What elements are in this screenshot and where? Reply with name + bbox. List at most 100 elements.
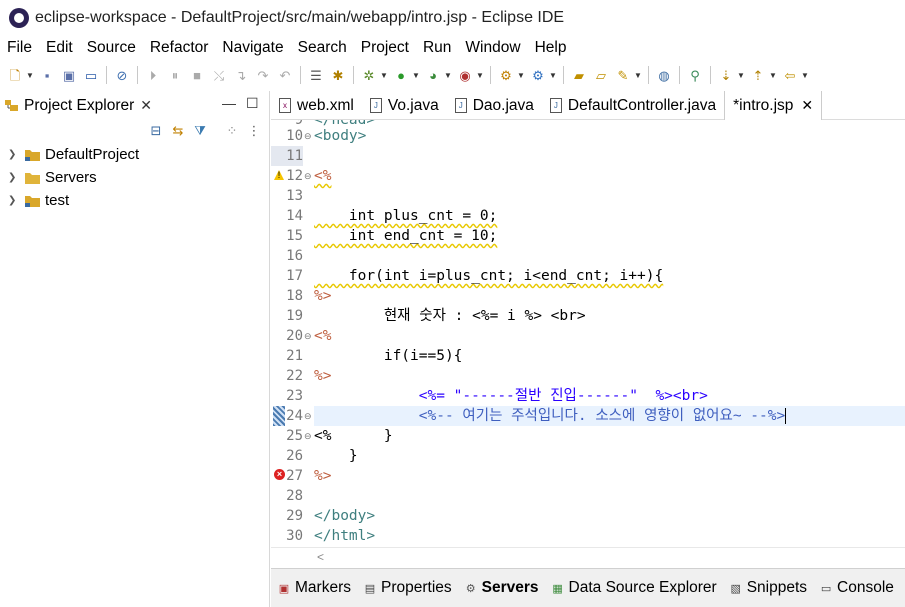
open-folder-icon[interactable]: ▱ [592, 66, 610, 84]
line-number: 24 [286, 408, 303, 424]
next-annotation-dropdown-arrow[interactable]: ▼ [737, 66, 745, 84]
terminal-icon[interactable]: ▭ [82, 66, 100, 84]
menu-project[interactable]: Project [354, 39, 416, 57]
save-all-icon[interactable]: ▣ [60, 66, 78, 84]
new-icon[interactable]: 🗋 [6, 66, 24, 84]
prev-annotation-icon[interactable]: ⇡ [749, 66, 767, 84]
folder-icon [24, 170, 41, 185]
open-type-icon[interactable]: ✱ [329, 66, 347, 84]
disconnect-icon[interactable]: ⤯ [210, 66, 228, 84]
tab-servers[interactable]: ⚙ Servers [458, 579, 545, 597]
tab-snippets[interactable]: ▧ Snippets [723, 579, 813, 597]
toggle-block-icon[interactable]: ☰ [307, 66, 325, 84]
step-return-icon[interactable]: ↶ [276, 66, 294, 84]
run-dropdown-arrow[interactable]: ▼ [412, 66, 420, 84]
globe-icon[interactable]: ◍ [655, 66, 673, 84]
editor-tab-bar: x web.xml J Vo.java J Dao.java J Default… [271, 91, 905, 120]
menu-edit[interactable]: Edit [39, 39, 80, 57]
scroll-left-icon[interactable]: < [317, 550, 324, 564]
new-java-class-icon[interactable]: ⚙ [529, 66, 547, 84]
tree-item-defaultproject[interactable]: ❯ DefaultProject [0, 143, 270, 166]
chevron-right-icon[interactable]: ❯ [8, 195, 18, 206]
pen-icon[interactable]: ✎ [614, 66, 632, 84]
step-into-icon[interactable]: ↴ [232, 66, 250, 84]
fold-icon[interactable]: ⊖ [304, 132, 313, 141]
line-number: 16 [286, 248, 303, 264]
back-dropdown-arrow[interactable]: ▼ [801, 66, 809, 84]
search-icon[interactable]: ⚲ [686, 66, 704, 84]
horizontal-scrollbar[interactable]: < [271, 547, 905, 567]
line-number: 20 [286, 328, 303, 344]
code-line: for(int i=plus_cnt; i<end_cnt; i++){ [314, 268, 664, 284]
suspend-icon[interactable]: ⏸ [166, 66, 184, 84]
tree-item-test[interactable]: ❯ test [0, 189, 270, 212]
debug-dropdown-arrow[interactable]: ▼ [380, 66, 388, 84]
chevron-right-icon[interactable]: ❯ [8, 172, 18, 183]
coverage-icon[interactable]: ◕ [424, 66, 442, 84]
tab-properties[interactable]: ▤ Properties [357, 579, 458, 597]
menu-file[interactable]: File [0, 39, 39, 57]
maximize-icon[interactable]: ☐ [246, 95, 259, 112]
prev-annotation-dropdown-arrow[interactable]: ▼ [769, 66, 777, 84]
debug-icon[interactable]: ✲ [360, 66, 378, 84]
step-over-icon[interactable]: ↷ [254, 66, 272, 84]
close-icon[interactable]: ✕ [140, 97, 152, 114]
fold-icon[interactable]: ⊖ [304, 432, 313, 441]
servers-icon: ⚙ [465, 582, 476, 595]
close-icon[interactable]: ✕ [801, 97, 813, 114]
link-with-editor-icon[interactable]: ⇆ [170, 123, 186, 139]
view-menu-icon[interactable]: ⋮ [246, 123, 262, 139]
tab-label: DefaultController.java [567, 96, 717, 114]
fold-icon[interactable]: ⊖ [304, 172, 313, 181]
tab-intro-jsp[interactable]: *intro.jsp ✕ [724, 91, 823, 120]
project-explorer-tab[interactable]: Project Explorer ✕ [0, 91, 152, 120]
line-number: 11 [271, 146, 303, 166]
menu-run[interactable]: Run [416, 39, 458, 57]
run-icon[interactable]: ● [392, 66, 410, 84]
tab-defaultcontroller-java[interactable]: J DefaultController.java [542, 91, 724, 120]
menu-window[interactable]: Window [458, 39, 527, 57]
tab-web-xml[interactable]: x web.xml [271, 91, 362, 120]
new-class-dropdown-arrow[interactable]: ▼ [549, 66, 557, 84]
code-editor[interactable]: 9 10 ⊖ 11 ! 12 ⊖ 13 14 15 16 17 18 19 20… [271, 120, 905, 567]
new-server-icon[interactable]: ⚙ [497, 66, 515, 84]
line-number: 13 [286, 188, 303, 204]
menu-refactor[interactable]: Refactor [143, 39, 216, 57]
tree-item-servers[interactable]: ❯ Servers [0, 166, 270, 189]
line-number: 26 [286, 448, 303, 464]
tab-dao-java[interactable]: J Dao.java [447, 91, 542, 120]
fold-icon[interactable]: ⊖ [304, 412, 313, 421]
main-toolbar: 🗋 ▼ ▪ ▣ ▭ ⊘ ⏵ ⏸ ■ ⤯ ↴ ↷ ↶ ☰ ✱ ✲ ▼ ● ▼ ◕ … [0, 60, 905, 90]
skip-breakpoints-icon[interactable]: ⊘ [113, 66, 131, 84]
pen-dropdown-arrow[interactable]: ▼ [634, 66, 642, 84]
tree-item-label: test [45, 192, 70, 209]
resume-icon[interactable]: ⏵ [144, 66, 162, 84]
tab-console[interactable]: ▭ Console [813, 579, 900, 597]
tab-markers[interactable]: ▣ Markers [271, 579, 357, 597]
filter-icon[interactable]: ⧩ [192, 123, 208, 139]
new-dropdown-arrow[interactable]: ▼ [26, 66, 34, 84]
menu-source[interactable]: Source [80, 39, 143, 57]
minimize-icon[interactable]: — [222, 95, 236, 111]
menu-help[interactable]: Help [528, 39, 574, 57]
line-number: 22 [286, 368, 303, 384]
code-line: </body> [314, 508, 376, 524]
menu-navigate[interactable]: Navigate [215, 39, 290, 57]
focus-icon[interactable]: ⁘ [224, 123, 240, 139]
open-project-icon[interactable]: ▰ [570, 66, 588, 84]
tab-vo-java[interactable]: J Vo.java [362, 91, 447, 120]
back-icon[interactable]: ⇦ [781, 66, 799, 84]
chevron-right-icon[interactable]: ❯ [8, 149, 18, 160]
save-icon[interactable]: ▪ [38, 66, 56, 84]
coverage-dropdown-arrow[interactable]: ▼ [444, 66, 452, 84]
next-annotation-icon[interactable]: ⇣ [717, 66, 735, 84]
collapse-all-icon[interactable]: ⊟ [148, 123, 164, 139]
terminate-icon[interactable]: ■ [188, 66, 206, 84]
new-server-dropdown-arrow[interactable]: ▼ [517, 66, 525, 84]
fold-icon[interactable]: ⊖ [304, 332, 313, 341]
external-tools-dropdown-arrow[interactable]: ▼ [476, 66, 484, 84]
external-tools-icon[interactable]: ◉ [456, 66, 474, 84]
menu-search[interactable]: Search [291, 39, 354, 57]
code-area[interactable]: </head> <body> <% int plus_cnt = 0; int … [314, 120, 905, 567]
tab-data-source-explorer[interactable]: ▦ Data Source Explorer [545, 579, 723, 597]
